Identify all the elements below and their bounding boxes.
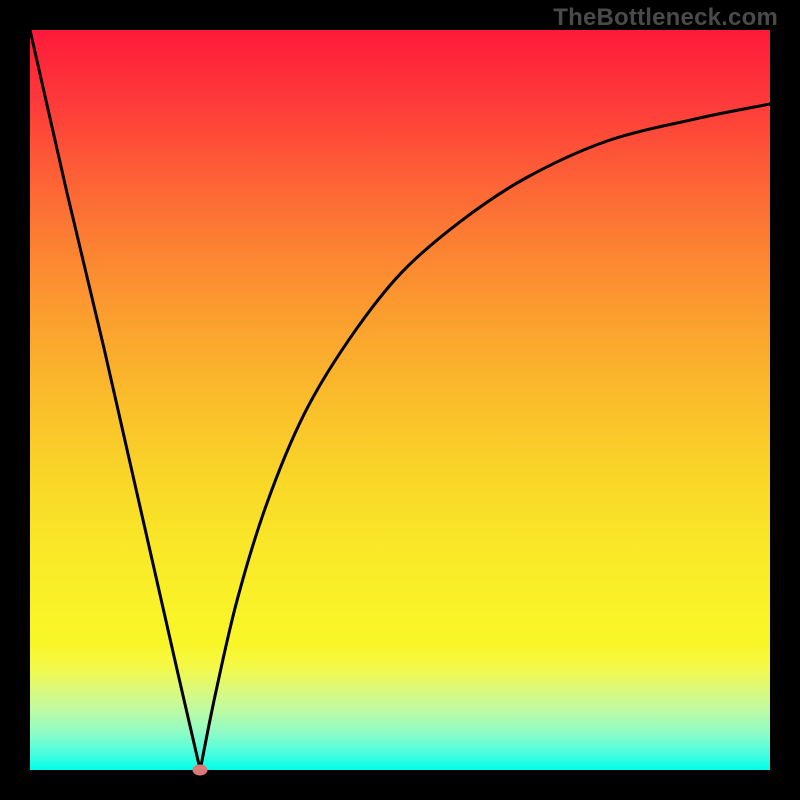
plot-svg bbox=[30, 30, 770, 770]
curve-path bbox=[30, 30, 770, 770]
chart-wrapper: TheBottleneck.com bbox=[0, 0, 800, 800]
plot-area bbox=[30, 30, 770, 770]
vertex-marker bbox=[193, 765, 208, 776]
watermark-text: TheBottleneck.com bbox=[553, 4, 778, 32]
